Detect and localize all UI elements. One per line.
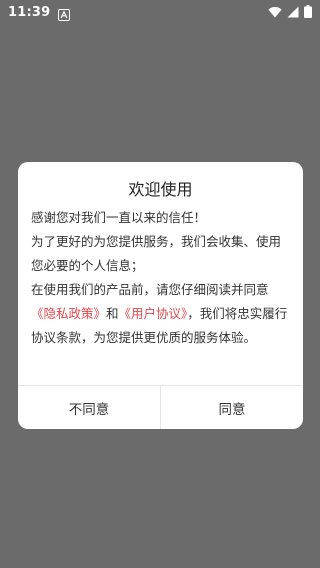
dialog-line-agreement: 在使用我们的产品前，请您仔细阅读并同意《隐私政策》和《用户协议》，我们将忠实履行… [31,278,293,350]
and-text: 和 [106,306,119,321]
a-letter-icon [58,6,71,21]
consent-dialog: 欢迎使用 感谢您对我们一直以来的信任！ 为了更好的为您提供服务，我们会收集、使用… [18,162,303,429]
user-agreement-link[interactable]: 《用户协议》 [119,306,188,321]
decline-button[interactable]: 不同意 [18,386,160,429]
status-left: 11:39 [8,4,71,21]
accept-button[interactable]: 同意 [160,386,303,429]
status-time: 11:39 [8,4,51,20]
status-right [268,3,312,22]
dialog-line-thanks: 感谢您对我们一直以来的信任！ [31,210,207,225]
dialog-footer: 不同意 同意 [18,385,303,429]
dialog-body: 感谢您对我们一直以来的信任！ 为了更好的为您提供服务，我们会收集、使用您必要的个… [31,206,293,350]
agreement-prefix: 在使用我们的产品前，请您仔细阅读并同意 [31,282,269,297]
wifi-icon [268,3,282,22]
dialog-title: 欢迎使用 [128,180,193,199]
battery-icon [304,3,312,22]
cellular-signal-icon [287,3,299,22]
status-bar: 11:39 [0,0,320,24]
dialog-line-collection: 为了更好的为您提供服务，我们会收集、使用您必要的个人信息； [31,234,282,273]
privacy-policy-link[interactable]: 《隐私政策》 [31,306,106,321]
